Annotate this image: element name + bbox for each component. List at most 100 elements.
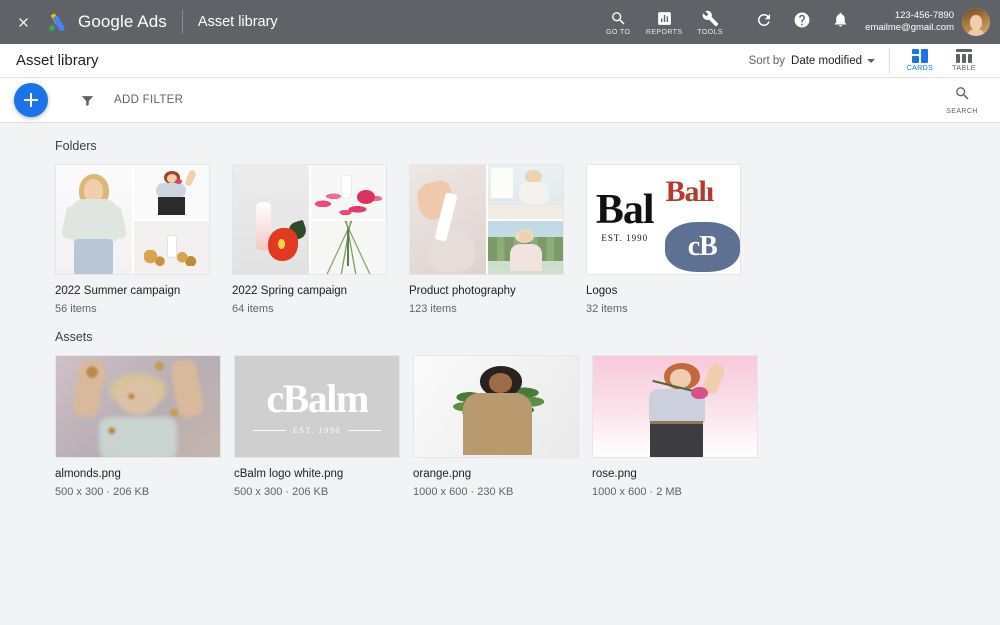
logo-wordmark-red: Balı [666, 177, 714, 207]
thumbnail-tile: cB [665, 221, 741, 275]
header-nav-icons: GO TO REPORTS TOOLS [595, 3, 990, 41]
account-info[interactable]: 123-456-7890 emailme@gmail.com [865, 8, 990, 36]
account-email: emailme@gmail.com [865, 22, 954, 34]
go-to-label: GO TO [606, 29, 630, 36]
sort-dropdown[interactable]: Date modified [791, 55, 875, 67]
folder-thumbnail [232, 164, 387, 275]
add-asset-button[interactable] [14, 83, 48, 117]
asset-image [56, 356, 220, 457]
logo-monogram: cB [688, 233, 717, 261]
asset-card[interactable]: rose.png 1000 x 600 · 2 MB [592, 355, 758, 499]
rule-left [253, 430, 286, 431]
asset-image [414, 356, 578, 457]
folder-item-count: 56 items [55, 302, 210, 316]
thumbnail-tile [311, 221, 387, 275]
reports-label: REPORTS [646, 29, 683, 36]
refresh-icon [755, 11, 773, 34]
search-label: SEARCH [946, 108, 978, 115]
sort-selected-value: Date modified [791, 55, 862, 67]
sort-by-label: Sort by [749, 55, 785, 67]
view-table-button[interactable]: TABLE [944, 49, 984, 72]
close-button[interactable] [8, 7, 38, 37]
asset-name: cBalm logo white.png [234, 467, 400, 482]
thumbnail-tile [488, 165, 564, 219]
bar-chart-icon [656, 10, 673, 27]
filter-funnel-icon [76, 93, 98, 108]
google-ads-logo-icon [44, 9, 70, 35]
thumbnail-image [56, 165, 132, 274]
folder-card[interactable]: Product photography 123 items [409, 164, 564, 316]
account-phone: 123-456-7890 [865, 10, 954, 22]
folder-name: Logos [586, 284, 741, 299]
brand-name: Google Ads [78, 12, 167, 32]
asset-meta: 500 x 300 · 206 KB [55, 485, 221, 499]
account-text: 123-456-7890 emailme@gmail.com [865, 10, 954, 34]
thumbnail-image [311, 165, 387, 219]
header-context-title: Asset library [198, 14, 278, 30]
add-filter-button[interactable]: ADD FILTER [76, 93, 183, 108]
asset-thumbnail [55, 355, 221, 458]
help-icon [793, 11, 811, 34]
close-icon [16, 15, 31, 30]
wrench-icon [702, 10, 719, 27]
cbalm-wordmark: cBalm [266, 379, 367, 419]
asset-card[interactable]: orange.png 1000 x 600 · 230 KB [413, 355, 579, 499]
folder-card[interactable]: 2022 Spring campaign 64 items [232, 164, 387, 316]
thumbnail-image [233, 165, 309, 274]
tools-label: TOOLS [697, 29, 723, 36]
folder-name: Product photography [409, 284, 564, 299]
refresh-button[interactable] [745, 3, 783, 41]
folder-name: 2022 Summer campaign [55, 284, 210, 299]
logo-monogram-badge: cB [665, 222, 741, 272]
tools-button[interactable]: TOOLS [687, 8, 733, 36]
page-title: Asset library [16, 52, 99, 69]
folder-thumbnail [55, 164, 210, 275]
thumbnail-image [410, 165, 486, 274]
avatar[interactable] [962, 8, 990, 36]
notifications-button[interactable] [821, 3, 859, 41]
folder-item-count: 32 items [586, 302, 741, 316]
go-to-button[interactable]: GO TO [595, 8, 641, 36]
cbalm-established: EST. 1990 [293, 426, 341, 435]
folder-card[interactable]: 2022 Summer campaign 56 items [55, 164, 210, 316]
folder-card[interactable]: Bal EST. 1990 Balı cB Logos 32 items [586, 164, 741, 316]
view-cards-label: CARDS [907, 65, 934, 72]
search-button[interactable]: SEARCH [940, 85, 984, 115]
thumbnail-tile: Balı [665, 165, 741, 219]
asset-image [593, 356, 757, 457]
view-divider [889, 48, 890, 74]
folder-thumbnail [409, 164, 564, 275]
folder-item-count: 64 items [232, 302, 387, 316]
asset-card[interactable]: almonds.png 500 x 300 · 206 KB [55, 355, 221, 499]
thumbnail-tile [233, 165, 309, 274]
page-title-bar: Asset library Sort by Date modified CARD… [0, 44, 1000, 78]
assets-grid: almonds.png 500 x 300 · 206 KB cBalm EST… [0, 355, 1000, 499]
sort-control[interactable]: Sort by Date modified [749, 55, 875, 67]
view-cards-button[interactable]: CARDS [900, 49, 940, 72]
header-divider [182, 10, 183, 34]
asset-thumbnail [413, 355, 579, 458]
thumbnail-image [488, 165, 564, 219]
asset-card[interactable]: cBalm EST. 1990 cBalm logo white.png 500… [234, 355, 400, 499]
asset-meta: 500 x 300 · 206 KB [234, 485, 400, 499]
asset-name: rose.png [592, 467, 758, 482]
asset-thumbnail: cBalm EST. 1990 [234, 355, 400, 458]
thumbnail-tile [311, 165, 387, 219]
add-filter-label: ADD FILTER [114, 94, 183, 106]
table-view-icon [956, 49, 972, 63]
asset-toolbar: ADD FILTER SEARCH [0, 78, 1000, 123]
reports-button[interactable]: REPORTS [641, 8, 687, 36]
view-table-label: TABLE [952, 65, 976, 72]
logo-wordmark: Bal [596, 192, 654, 228]
thumbnail-tile [134, 165, 210, 219]
thumbnail-image [134, 165, 210, 219]
help-button[interactable] [783, 3, 821, 41]
asset-name: orange.png [413, 467, 579, 482]
chevron-down-icon [867, 59, 875, 63]
thumbnail-image [311, 221, 387, 275]
folders-grid: 2022 Summer campaign 56 items [0, 164, 1000, 316]
thumbnail-tile [410, 165, 486, 274]
plus-icon [24, 93, 38, 107]
folder-name: 2022 Spring campaign [232, 284, 387, 299]
thumbnail-tile: Bal EST. 1990 [587, 165, 663, 274]
